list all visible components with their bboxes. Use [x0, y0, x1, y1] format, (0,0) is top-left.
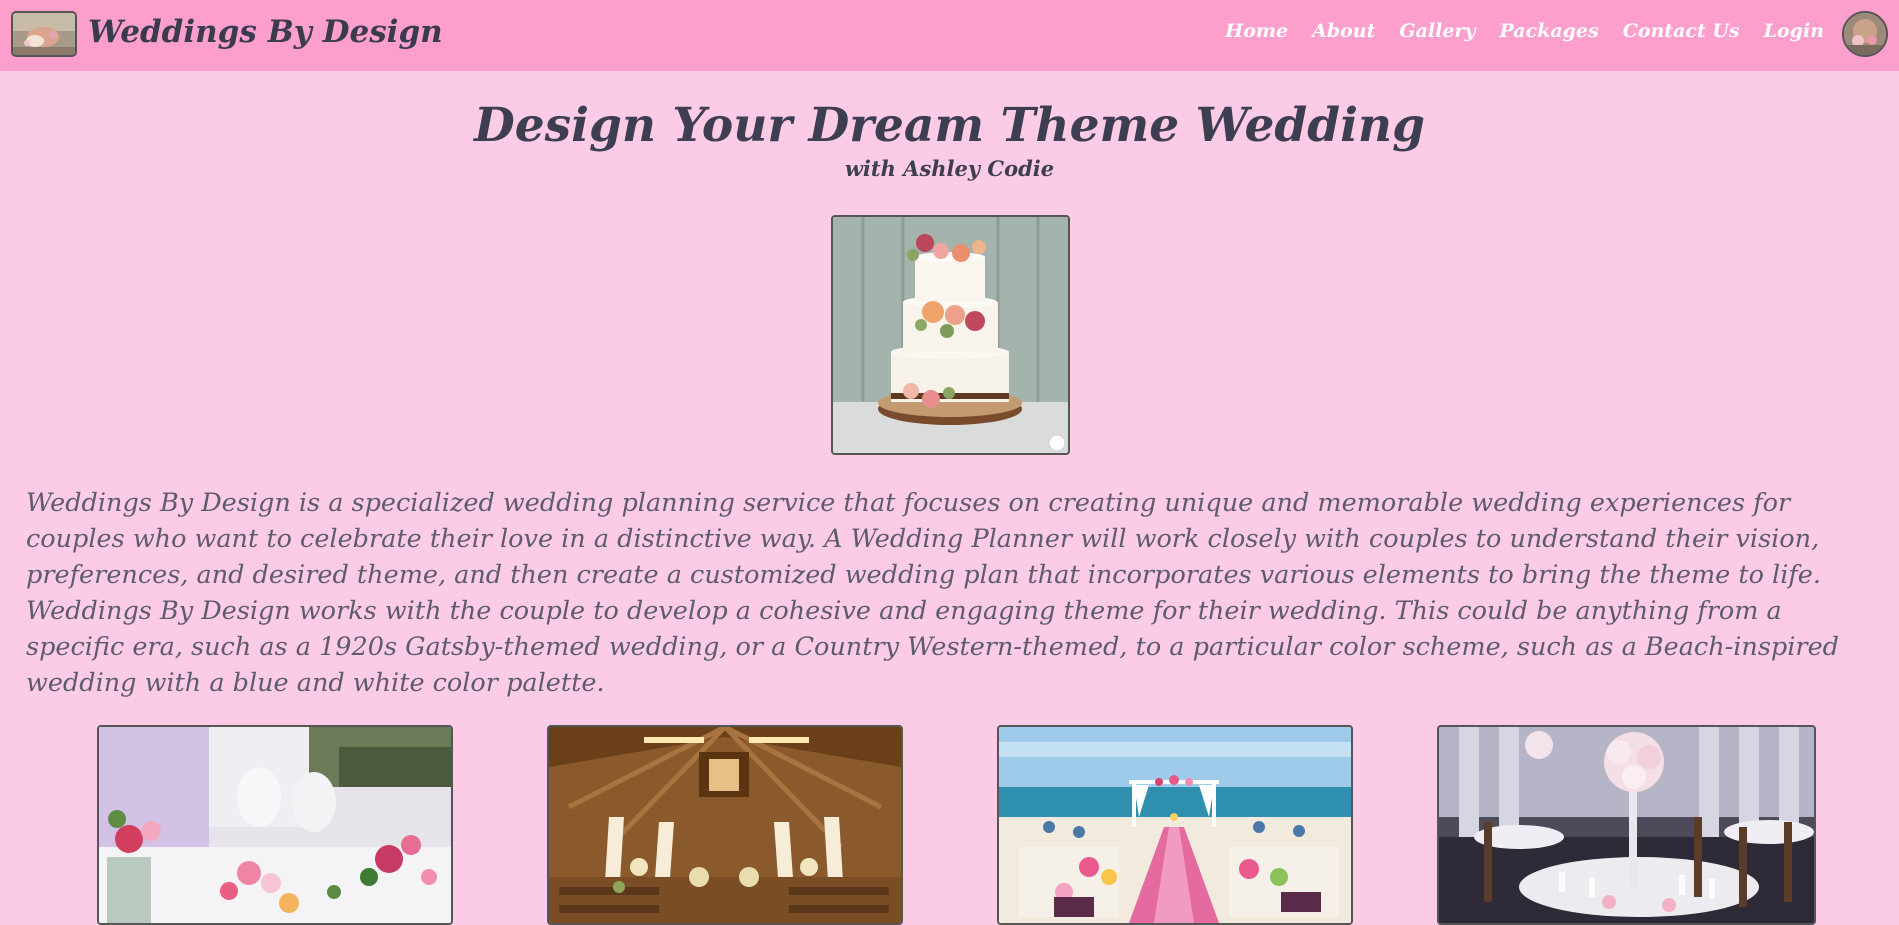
- nav-link-packages[interactable]: Packages: [1500, 20, 1599, 42]
- nav-link-contact-us[interactable]: Contact Us: [1623, 20, 1740, 42]
- gallery-card-floral-table[interactable]: [97, 725, 453, 925]
- nav-link-login[interactable]: Login: [1764, 20, 1824, 42]
- gallery-card-reception-hall[interactable]: [1437, 725, 1816, 925]
- gallery-card-beach-ceremony[interactable]: [997, 725, 1353, 925]
- page-title: Design Your Dream Theme Wedding: [474, 98, 1425, 153]
- intro-description: Weddings By Design is a specialized wedd…: [26, 488, 1840, 698]
- brand-name[interactable]: Weddings By Design: [88, 14, 443, 50]
- avatar[interactable]: [1842, 11, 1888, 57]
- nav-link-about[interactable]: About: [1312, 20, 1375, 42]
- navbar: Weddings By Design Home About Gallery Pa…: [0, 0, 1899, 71]
- nav-link-gallery[interactable]: Gallery: [1399, 20, 1475, 42]
- brand-logo[interactable]: [11, 11, 77, 57]
- nav-link-home[interactable]: Home: [1225, 20, 1288, 42]
- wedding-cake-image: [831, 215, 1070, 455]
- page-subtitle: with Ashley Codie: [844, 156, 1055, 181]
- nav-links: Home About Gallery Packages Contact Us L…: [1225, 20, 1824, 42]
- gallery-card-rustic-barn[interactable]: [547, 725, 903, 925]
